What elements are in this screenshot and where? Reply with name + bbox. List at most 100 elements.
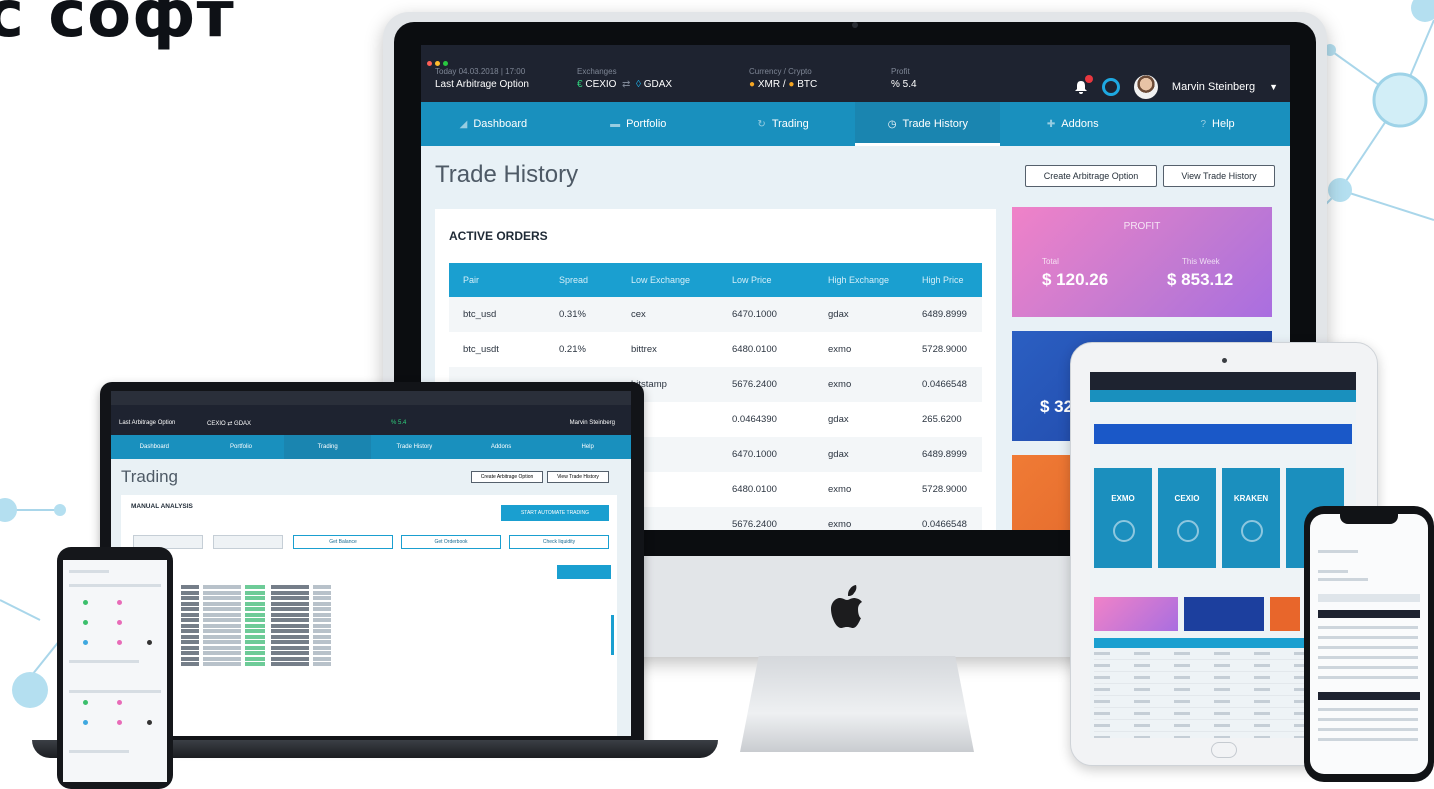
avatar[interactable] <box>1133 75 1158 99</box>
imac-stand <box>740 656 974 752</box>
table-cell: gdax <box>828 449 849 460</box>
get-balance-button[interactable]: Get Balance <box>293 535 393 549</box>
option-label: Last Arbitrage Option <box>435 79 529 90</box>
column-header[interactable]: Low Exchange <box>617 275 718 285</box>
nav-portfolio[interactable]: Portfolio <box>198 435 285 459</box>
tablet-nav <box>1090 390 1356 402</box>
tile-cexio[interactable]: CEXIO <box>1158 468 1216 568</box>
tablet-home-button[interactable] <box>1211 742 1237 758</box>
notification-bell-icon[interactable] <box>1074 75 1093 94</box>
settings-gear-icon[interactable] <box>1101 78 1120 96</box>
user-name[interactable]: Marvin Steinberg <box>1172 81 1255 93</box>
total-value: $ 120.26 <box>1042 270 1109 289</box>
nav-help[interactable]: Help <box>544 435 631 459</box>
nav-addons[interactable]: Addons <box>458 435 545 459</box>
phone-notch <box>1340 514 1398 524</box>
laptop-profit: % 5.4 <box>391 420 407 426</box>
page-title: Trade History <box>435 161 579 188</box>
exchanges-label: Exchanges <box>577 67 617 76</box>
get-orderbook-button[interactable]: Get Orderbook <box>401 535 501 549</box>
table-cell: 5676.2400 <box>732 379 777 390</box>
swap-icon[interactable]: ⇄ <box>622 79 630 90</box>
exchange-b: GDAX <box>643 79 673 90</box>
table-cell: gdax <box>828 414 849 425</box>
tablet-orange-card <box>1270 597 1300 631</box>
active-orders-title: ACTIVE ORDERS <box>449 229 548 243</box>
portfolio-icon: ▬ <box>610 118 621 130</box>
view-trade-history-button[interactable]: View Trade History <box>1163 165 1275 187</box>
manual-analysis-card: MANUAL ANALYSIS START AUTOMATE TRADING G… <box>121 495 617 736</box>
exchange-a: CEXIO <box>585 79 617 90</box>
profit-value: % 5.4 <box>891 79 917 90</box>
column-header[interactable]: Pair <box>449 275 545 285</box>
nav-dashboard[interactable]: Dashboard <box>111 435 198 459</box>
profit-title: PROFIT <box>1123 221 1161 232</box>
table-header: Pair Spread Low Exchange Low Price High … <box>449 263 982 297</box>
currency-b: BTC <box>797 79 818 90</box>
create-arbitrage-option-button[interactable]: Create Arbitrage Option <box>1025 165 1157 187</box>
tablet-top-bar <box>1090 372 1356 390</box>
column-header[interactable]: Low Price <box>718 275 814 285</box>
table-cell: 6470.1000 <box>732 449 777 460</box>
table-cell: btc_usdt <box>463 344 499 355</box>
laptop-exchanges: CEXIO ⇄ GDAX <box>207 421 252 427</box>
apple-logo-icon <box>831 585 862 628</box>
table-cell: 6470.1000 <box>732 309 777 320</box>
profit-label: Profit <box>891 67 910 76</box>
nav-portfolio[interactable]: ▬ Portfolio <box>566 102 711 146</box>
tile-kraken[interactable]: KRAKEN <box>1222 468 1280 568</box>
laptop-nav: Dashboard Portfolio Trading Trade Histor… <box>111 435 631 459</box>
table-cell: cex <box>631 309 646 320</box>
start-automate-trading-button[interactable]: START AUTOMATE TRADING <box>501 505 609 521</box>
column-header[interactable]: Spread <box>545 275 617 285</box>
nav-help[interactable]: ? Help <box>1145 102 1290 146</box>
monero-icon: ● <box>749 79 758 90</box>
table-cell: 5728.9000 <box>922 344 967 355</box>
currency-a: XMR <box>757 79 781 90</box>
tablet-banner <box>1094 424 1352 444</box>
nav-trading[interactable]: ↻ Trading <box>711 102 856 146</box>
trading-icon: ↻ <box>757 118 766 130</box>
create-arbitrage-option-button[interactable]: Create Arbitrage Option <box>471 471 543 483</box>
table-cell: gdax <box>828 309 849 320</box>
top-bar: Today 04.03.2018 | 17:00 Last Arbitrage … <box>421 45 1290 102</box>
nav-trade-history[interactable]: Trade History <box>371 435 458 459</box>
table-cell: 5676.2400 <box>732 519 777 530</box>
nav-dashboard[interactable]: ◢ Dashboard <box>421 102 566 146</box>
right-phone-screen <box>1310 514 1428 774</box>
trade-log <box>181 585 331 668</box>
view-trade-history-button[interactable]: View Trade History <box>547 471 609 483</box>
column-header[interactable]: High Exchange <box>814 275 908 285</box>
table-cell: 6480.0100 <box>732 484 777 495</box>
table-cell: exmo <box>828 519 852 530</box>
balance-value: $ 32 <box>1040 397 1074 416</box>
exchanges-info: Exchanges € CEXIO ⇄ ◊ GDAX <box>577 67 672 90</box>
log-scrollbar[interactable] <box>611 615 614 655</box>
tablet-balance-card <box>1184 597 1264 631</box>
table-row[interactable]: btc_usdt 0.21% bittrex 6480.0100 exmo 5728.90… <box>449 332 982 367</box>
nav-trading[interactable]: Trading <box>284 435 372 459</box>
currency-label: Currency / Crypto <box>749 67 812 76</box>
total-label: Total <box>1042 257 1059 266</box>
table-cell: exmo <box>828 484 852 495</box>
clear-log-button[interactable] <box>557 565 611 579</box>
table-cell: bittrex <box>631 344 657 355</box>
column-header[interactable]: High Price <box>908 275 982 285</box>
laptop-user-name[interactable]: Marvin Steinberg <box>570 420 615 426</box>
table-row[interactable]: btc_usd 0.31% cex 6470.1000 gdax 6489.8999 <box>449 297 982 332</box>
week-value: $ 853.12 <box>1167 270 1234 289</box>
tablet-table <box>1094 638 1304 738</box>
check-liquidity-button[interactable]: Check liquidity <box>509 535 609 549</box>
table-cell: 265.6200 <box>922 414 962 425</box>
imac-camera <box>852 22 858 28</box>
tablet-profit-card <box>1094 597 1178 631</box>
chevron-down-icon[interactable]: ▼ <box>1269 82 1278 92</box>
pair-select[interactable] <box>213 535 283 549</box>
table-cell: exmo <box>828 344 852 355</box>
tile-exmo[interactable]: EXMO <box>1094 468 1152 568</box>
headline-text: с софт <box>0 0 235 52</box>
nav-addons[interactable]: ✚ Addons <box>1000 102 1145 146</box>
table-cell: exmo <box>828 379 852 390</box>
addons-icon: ✚ <box>1046 118 1056 130</box>
nav-trade-history[interactable]: ◷ Trade History <box>855 102 1001 146</box>
